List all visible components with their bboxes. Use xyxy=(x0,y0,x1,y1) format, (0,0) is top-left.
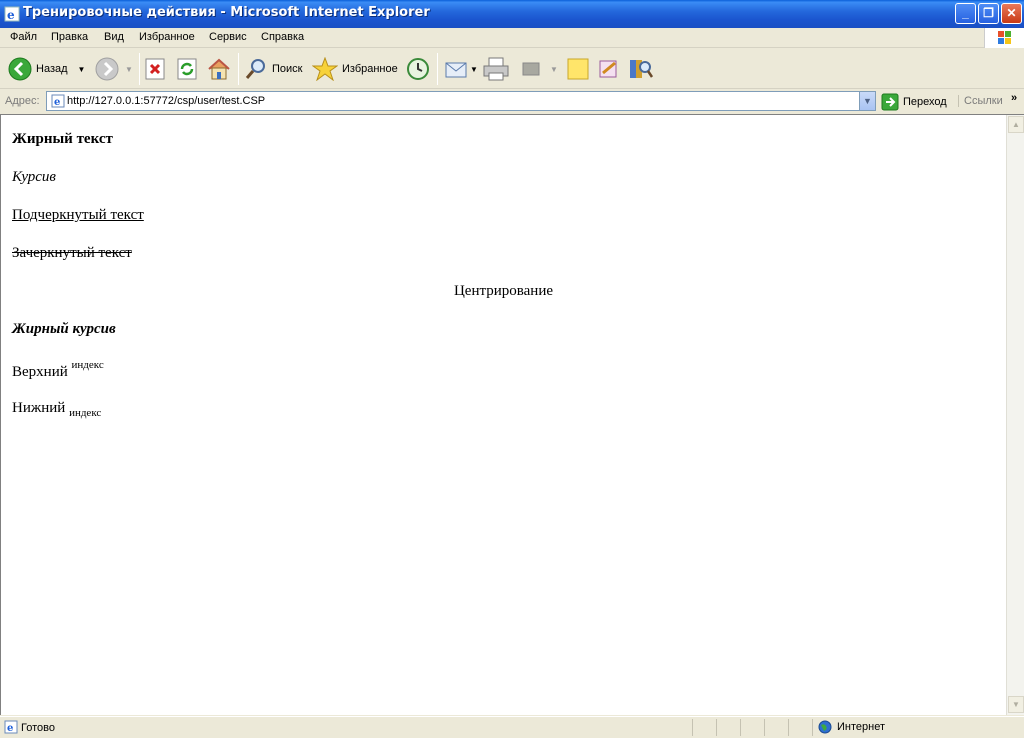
stop-button[interactable] xyxy=(145,55,165,83)
mail-dropdown-icon[interactable]: ▼ xyxy=(470,65,478,74)
forward-arrow-icon xyxy=(95,57,119,81)
history-button[interactable] xyxy=(405,55,431,83)
status-bar: e Готово Интернет xyxy=(0,716,1024,738)
home-button[interactable] xyxy=(206,55,232,83)
windows-logo-icon xyxy=(984,28,1024,48)
printer-icon xyxy=(483,57,509,81)
page-status-icon: e xyxy=(4,720,18,734)
edit-icon xyxy=(522,62,540,76)
go-arrow-icon xyxy=(881,93,899,110)
menu-favorites[interactable]: Избранное xyxy=(139,31,195,43)
discuss-button[interactable] xyxy=(566,55,590,83)
vertical-scrollbar[interactable]: ▲ ▼ xyxy=(1006,115,1024,715)
bold-text: Жирный текст xyxy=(12,131,113,147)
minimize-button[interactable]: _ xyxy=(955,3,976,24)
menu-edit[interactable]: Правка xyxy=(51,31,88,43)
window-title: Тренировочные действия - Microsoft Inter… xyxy=(23,5,430,20)
address-label: Адрес: xyxy=(5,95,40,107)
messenger-icon xyxy=(599,60,617,78)
back-label: Назад xyxy=(36,63,68,75)
close-button[interactable]: ✕ xyxy=(1001,3,1022,24)
page-viewport: Жирный текст Курсив Подчеркнутый текст З… xyxy=(0,114,1024,715)
note-icon xyxy=(567,58,589,80)
favorites-button[interactable]: Избранное xyxy=(312,55,398,83)
address-input[interactable]: e http://127.0.0.1:57772/csp/user/test.C… xyxy=(46,91,876,111)
zone-label: Интернет xyxy=(837,721,885,733)
underline-text: Подчеркнутый текст xyxy=(12,207,144,223)
page-content: Жирный текст Курсив Подчеркнутый текст З… xyxy=(1,115,1006,715)
research-icon xyxy=(630,60,654,78)
menu-file[interactable]: Файл xyxy=(10,31,37,43)
maximize-button[interactable]: ❐ xyxy=(978,3,999,24)
svg-text:e: e xyxy=(7,723,13,734)
links-more-icon[interactable]: » xyxy=(1011,92,1017,104)
search-button[interactable]: Поиск xyxy=(244,55,302,83)
globe-icon xyxy=(818,720,832,734)
mail-icon xyxy=(445,62,467,78)
subscript-base: Нижний xyxy=(12,400,66,416)
status-panel xyxy=(692,719,716,736)
history-icon xyxy=(407,58,429,80)
address-bar: Адрес: e http://127.0.0.1:57772/csp/user… xyxy=(0,90,1024,113)
messenger-button[interactable] xyxy=(597,55,623,83)
refresh-button[interactable] xyxy=(177,55,197,83)
security-zone: Интернет xyxy=(818,720,885,734)
toolbar: Назад ▼ ▼ Поиск Избранное ▼ ▼ xyxy=(0,49,1024,89)
address-dropdown-icon[interactable]: ▼ xyxy=(859,92,875,110)
centered-text: Центрирование xyxy=(453,283,554,299)
menu-bar: Файл Правка Вид Избранное Сервис Справка xyxy=(0,28,1024,48)
research-button[interactable] xyxy=(628,55,654,83)
print-button[interactable] xyxy=(482,55,510,83)
superscript-base: Верхний xyxy=(12,364,68,380)
back-dropdown-icon[interactable]: ▼ xyxy=(78,65,86,74)
links-toolbar[interactable]: Ссылки xyxy=(958,95,1003,107)
bold-italic-text: Жирный курсив xyxy=(12,321,116,337)
menu-tools[interactable]: Сервис xyxy=(209,31,247,43)
back-button[interactable]: Назад ▼ xyxy=(8,55,85,83)
title-bar: e Тренировочные действия - Microsoft Int… xyxy=(0,0,1024,28)
scroll-up-icon[interactable]: ▲ xyxy=(1008,116,1024,133)
italic-text: Курсив xyxy=(12,169,56,185)
svg-text:e: e xyxy=(54,97,60,108)
search-label: Поиск xyxy=(272,63,303,75)
scroll-down-icon[interactable]: ▼ xyxy=(1008,696,1024,713)
subscript-index: индекс xyxy=(69,407,102,419)
search-icon xyxy=(245,59,265,79)
svg-text:e: e xyxy=(7,8,15,22)
refresh-icon xyxy=(177,58,197,80)
strike-text: Зачеркнутый текст xyxy=(12,245,132,261)
back-arrow-icon xyxy=(8,57,32,81)
status-panel xyxy=(716,719,740,736)
status-panel xyxy=(788,719,812,736)
status-panel xyxy=(740,719,764,736)
menu-view[interactable]: Вид xyxy=(104,31,124,43)
status-panel xyxy=(764,719,788,736)
forward-dropdown-icon: ▼ xyxy=(125,64,133,74)
subscript-line: Нижний индекс xyxy=(12,400,101,419)
superscript-index: индекс xyxy=(71,359,104,371)
stop-icon xyxy=(145,58,165,80)
menu-help[interactable]: Справка xyxy=(261,31,304,43)
home-icon xyxy=(208,58,230,80)
superscript-line: Верхний индекс xyxy=(12,359,104,381)
forward-button[interactable]: ▼ xyxy=(95,55,133,83)
mail-button[interactable]: ▼ xyxy=(444,55,478,83)
go-label: Переход xyxy=(903,95,947,108)
page-icon: e xyxy=(51,94,65,108)
ie-icon: e xyxy=(4,6,20,22)
status-text: Готово xyxy=(21,722,55,734)
address-url: http://127.0.0.1:57772/csp/user/test.CSP xyxy=(67,95,266,107)
go-button[interactable]: Переход xyxy=(881,92,947,111)
edit-dropdown-icon[interactable]: ▼ xyxy=(550,65,558,74)
star-icon xyxy=(312,57,338,81)
edit-button[interactable]: ▼ xyxy=(520,55,558,83)
favorites-label: Избранное xyxy=(342,63,398,75)
